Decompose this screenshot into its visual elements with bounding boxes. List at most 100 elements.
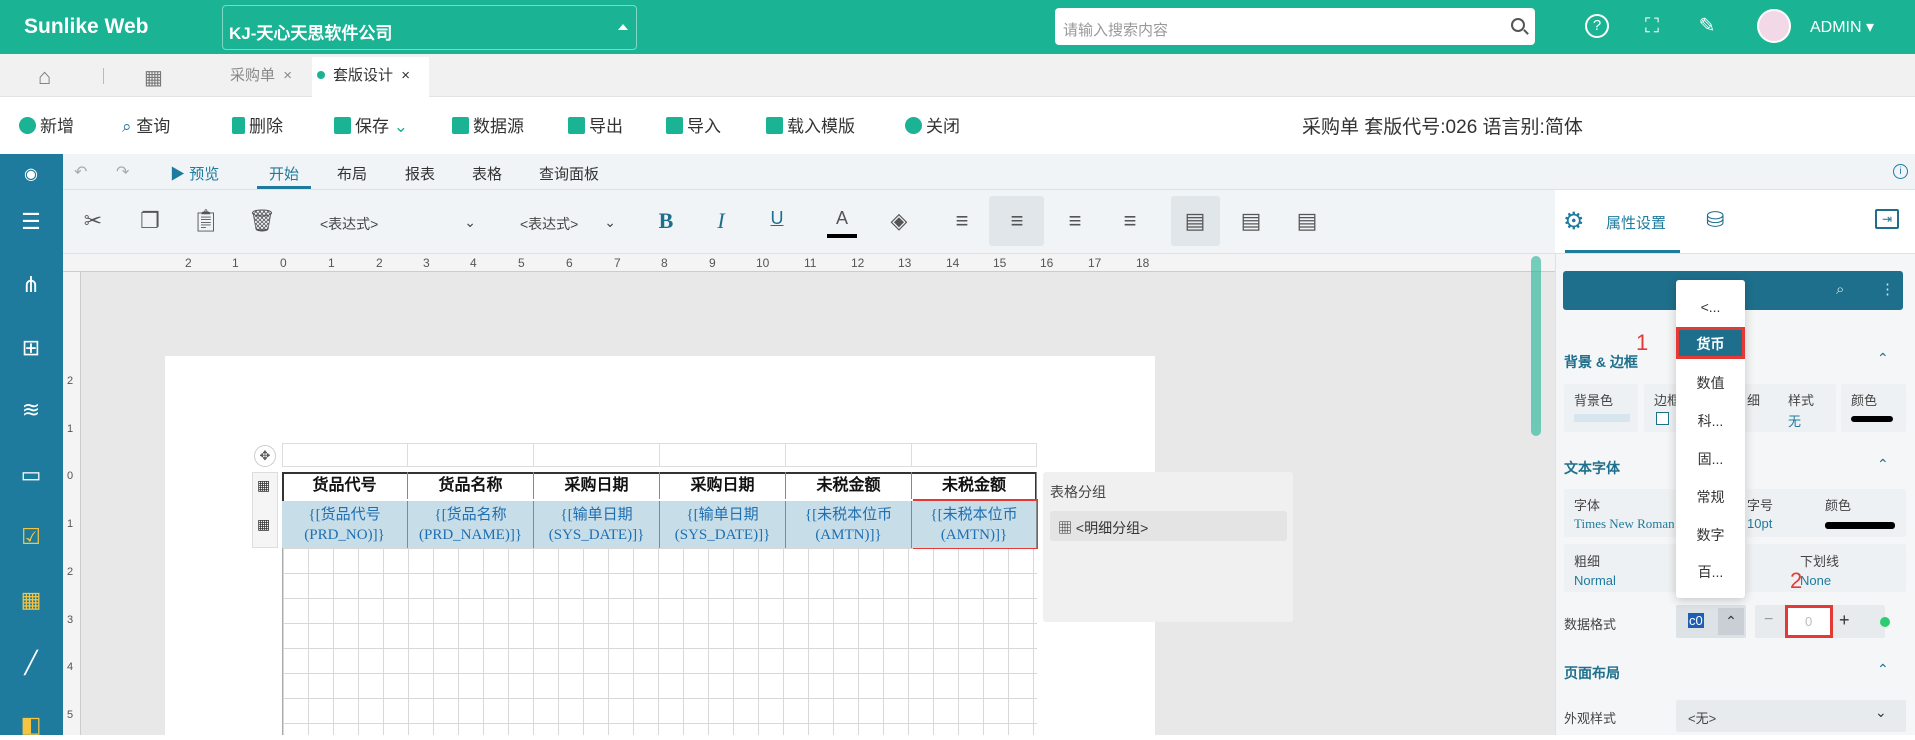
- column-header[interactable]: 采购日期: [534, 472, 660, 499]
- chevron-up-icon[interactable]: ⌃: [1718, 608, 1744, 635]
- vertical-scrollbar[interactable]: [1531, 256, 1541, 436]
- query-button[interactable]: ⌕ 查询: [122, 112, 170, 137]
- dropdown-item[interactable]: 货币: [1676, 334, 1745, 354]
- column-handle[interactable]: [912, 443, 1037, 467]
- load-template-button[interactable]: 载入模版: [766, 112, 855, 137]
- chevron-up-icon[interactable]: ⌃: [1877, 456, 1889, 473]
- valign-top-icon[interactable]: ▤: [1180, 208, 1210, 234]
- close-icon[interactable]: ×: [401, 67, 410, 84]
- table-detail-icon[interactable]: ▦: [257, 516, 270, 533]
- font-color-icon[interactable]: A: [827, 208, 857, 238]
- redo-icon[interactable]: ↷: [116, 162, 129, 182]
- column-header[interactable]: 货品名称: [408, 472, 534, 499]
- column-header[interactable]: 货品代号: [282, 472, 408, 499]
- avatar[interactable]: [1757, 9, 1791, 43]
- dropdown-item[interactable]: 科...: [1676, 411, 1745, 431]
- tab-layout[interactable]: 布局: [337, 163, 367, 184]
- table-header-icon[interactable]: ▦: [257, 477, 270, 494]
- align-left-icon[interactable]: ≡: [947, 208, 977, 234]
- tab-table[interactable]: 表格: [472, 163, 502, 184]
- valign-bottom-icon[interactable]: ▤: [1292, 208, 1322, 234]
- table-icon[interactable]: ▦: [16, 585, 46, 615]
- more-icon[interactable]: ⋮: [1880, 280, 1895, 298]
- justify-icon[interactable]: ≡: [1115, 208, 1145, 234]
- copy-icon[interactable]: ❐: [135, 208, 165, 234]
- close-icon[interactable]: ×: [283, 67, 292, 84]
- search-icon[interactable]: ⌕: [1836, 281, 1844, 298]
- components-icon[interactable]: ⊞: [16, 333, 46, 363]
- line-icon[interactable]: ╱: [16, 648, 46, 678]
- search-icon[interactable]: [1511, 18, 1525, 32]
- attr-tab[interactable]: 属性设置: [1606, 212, 1666, 233]
- dropdown-item[interactable]: 数字: [1676, 525, 1745, 545]
- column-handle[interactable]: [408, 443, 534, 467]
- save-button[interactable]: 保存 ⌄: [334, 112, 408, 137]
- expression-select-1[interactable]: <表达式> ⌄: [312, 205, 484, 239]
- search-input[interactable]: 请输入搜索内容: [1055, 8, 1535, 45]
- move-icon[interactable]: ✥: [254, 445, 276, 467]
- dropdown-item[interactable]: 固...: [1676, 449, 1745, 469]
- checkbox-icon[interactable]: ☑: [16, 522, 46, 552]
- table-cell[interactable]: {[输单日期 (SYS_DATE)]}: [534, 501, 660, 548]
- align-right-icon[interactable]: ≡: [1060, 208, 1090, 234]
- border-checkbox[interactable]: [1656, 412, 1669, 425]
- datasource-button[interactable]: 数据源: [452, 112, 524, 137]
- dropdown-item[interactable]: <...: [1676, 299, 1745, 315]
- grid-icon[interactable]: ▦: [144, 65, 163, 90]
- column-handle[interactable]: [660, 443, 786, 467]
- table-cell[interactable]: {[货品名称 (PRD_NAME)]}: [408, 501, 534, 548]
- chevron-up-icon[interactable]: ⌃: [1877, 661, 1889, 678]
- dropdown-item[interactable]: 百...: [1676, 562, 1745, 582]
- delete-button[interactable]: 删除: [232, 112, 283, 137]
- dropdown-item[interactable]: 常规: [1676, 487, 1745, 507]
- company-select[interactable]: KJ-天心天思软件公司: [222, 5, 637, 50]
- table-cell[interactable]: {[货品代号 (PRD_NO)]}: [282, 501, 408, 548]
- bold-icon[interactable]: B: [651, 208, 681, 234]
- underline-icon[interactable]: U: [762, 208, 792, 229]
- column-header[interactable]: 未税金额: [912, 472, 1037, 499]
- table-cell[interactable]: {[未税本位币 (AMTN)]}: [786, 501, 912, 548]
- dropdown-item[interactable]: 数值: [1676, 373, 1745, 393]
- column-handle[interactable]: [534, 443, 660, 467]
- column-header[interactable]: 未税金额: [786, 472, 912, 499]
- tab-query-panel[interactable]: 查询面板: [539, 163, 599, 184]
- minus-button[interactable]: −: [1764, 611, 1773, 629]
- gear-icon[interactable]: ⚙: [1563, 207, 1585, 236]
- user-menu[interactable]: ADMIN ▾: [1810, 17, 1874, 37]
- preview-button[interactable]: ▶ 预览: [170, 163, 219, 184]
- cut-icon[interactable]: ✂: [78, 208, 108, 234]
- plus-button[interactable]: +: [1839, 610, 1850, 631]
- broom-icon[interactable]: ✎: [1693, 12, 1721, 40]
- column-header[interactable]: 采购日期: [660, 472, 786, 499]
- new-button[interactable]: 新增: [19, 112, 74, 137]
- help-icon[interactable]: ?: [1585, 14, 1609, 38]
- table-cell[interactable]: {[未税本位币 (AMTN)]}: [912, 501, 1037, 548]
- database-icon[interactable]: ⛁: [1706, 207, 1724, 233]
- trash-icon[interactable]: 🗑︎: [247, 208, 277, 234]
- import-button[interactable]: 导入: [666, 112, 721, 137]
- info-icon[interactable]: i: [1893, 164, 1908, 179]
- fullscreen-icon[interactable]: ⛶: [1638, 12, 1666, 40]
- column-handle[interactable]: [786, 443, 912, 467]
- undo-icon[interactable]: ↶: [74, 162, 87, 182]
- fill-color-icon[interactable]: ◈: [884, 208, 914, 234]
- chevron-up-icon[interactable]: ⌃: [1877, 350, 1889, 367]
- org-chart-icon[interactable]: ⋔: [16, 270, 46, 300]
- export-button[interactable]: 导出: [568, 112, 623, 137]
- layers-icon[interactable]: ≋: [16, 395, 46, 425]
- shapes-icon[interactable]: ◧: [16, 710, 46, 740]
- paste-icon[interactable]: 📋︎: [191, 208, 221, 234]
- home-icon[interactable]: ⌂: [38, 64, 51, 90]
- table-cell[interactable]: {[输单日期 (SYS_DATE)]}: [660, 501, 786, 548]
- chevron-down-icon[interactable]: ⌄: [394, 117, 408, 136]
- expression-select-2[interactable]: <表达式> ⌄: [512, 205, 620, 239]
- column-handle[interactable]: [282, 443, 408, 467]
- valign-middle-icon[interactable]: ▤: [1236, 208, 1266, 234]
- tab-purchase[interactable]: 采购单 ×: [230, 54, 292, 97]
- tab-report[interactable]: 报表: [405, 163, 435, 184]
- align-center-icon[interactable]: ≡: [1002, 208, 1032, 234]
- menu-icon[interactable]: ☰: [16, 207, 46, 237]
- textbox-icon[interactable]: ▭: [16, 460, 46, 490]
- collapse-panel-icon[interactable]: ⇥: [1875, 209, 1899, 229]
- close-button[interactable]: 关闭: [905, 112, 960, 137]
